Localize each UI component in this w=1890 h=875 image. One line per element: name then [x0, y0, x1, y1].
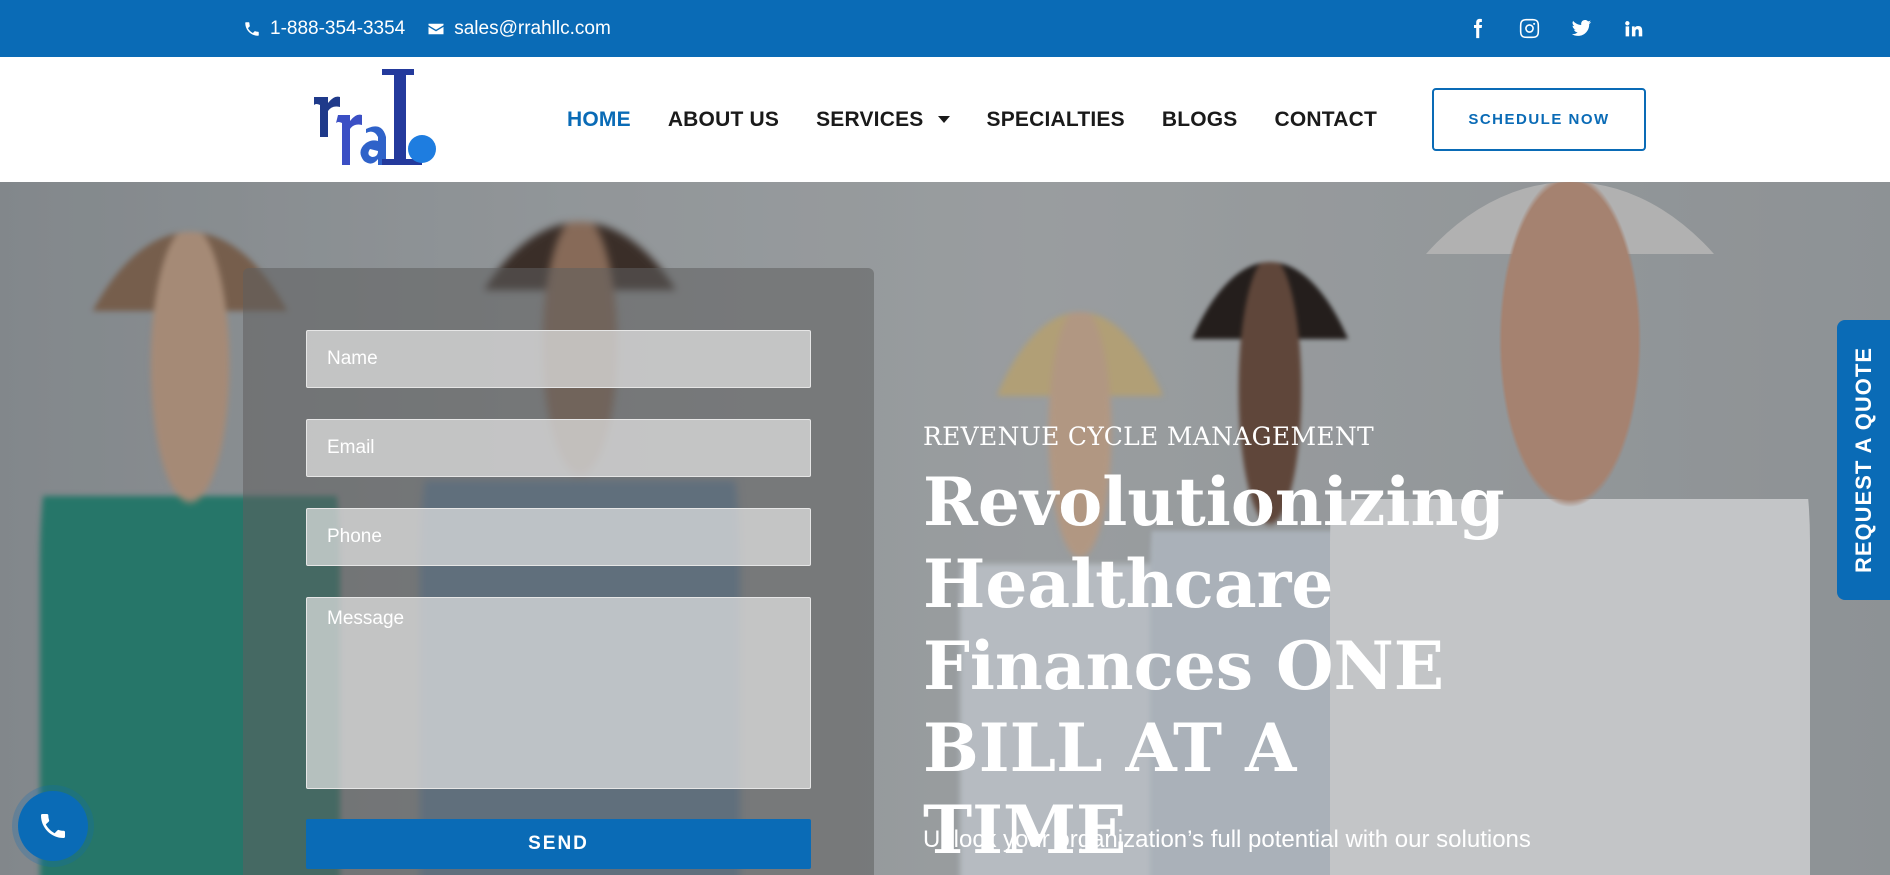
name-field[interactable]: Name [306, 330, 811, 388]
hero-kicker: REVENUE CYCLE MANAGEMENT [923, 422, 1375, 451]
send-button[interactable]: SEND [306, 819, 811, 869]
logo-graphic [314, 69, 436, 165]
hero-title: Revolutionizing Healthcare Finances ONE … [923, 463, 1505, 869]
call-button[interactable] [18, 791, 88, 861]
nav-about-us[interactable]: ABOUT US [668, 108, 779, 132]
phone-link[interactable]: 1-888-354-3354 [243, 18, 405, 40]
twitter-icon[interactable] [1570, 18, 1592, 40]
hero-subtitle: Unlock your organization’s full potentia… [923, 826, 1531, 853]
site-header: HOME ABOUT US SERVICES SPECIALTIES BLOGS… [0, 57, 1890, 182]
hero-text: REVENUE CYCLE MANAGEMENT Revolutionizing… [923, 422, 1505, 871]
company-logo[interactable] [310, 67, 438, 169]
nav-services-label: SERVICES [816, 107, 924, 131]
nav-contact[interactable]: CONTACT [1275, 108, 1378, 132]
top-bar: 1-888-354-3354 sales@rrahllc.com [0, 0, 1890, 57]
email-address: sales@rrahllc.com [454, 17, 611, 39]
nav-specialties[interactable]: SPECIALTIES [987, 108, 1125, 132]
email-field[interactable]: Email [306, 419, 811, 477]
request-quote-label: REQUEST A QUOTE [1850, 346, 1876, 574]
phone-number: 1-888-354-3354 [270, 17, 406, 39]
social-links [1466, 0, 1644, 57]
linkedin-icon[interactable] [1622, 18, 1644, 40]
facebook-icon[interactable] [1466, 18, 1488, 40]
contact-form: Name Email Phone Message SEND [243, 268, 874, 875]
contact-info: 1-888-354-3354 sales@rrahllc.com [243, 0, 611, 57]
envelope-icon [428, 23, 444, 34]
message-field[interactable]: Message [306, 597, 811, 789]
nav-services[interactable]: SERVICES [816, 107, 950, 132]
caret-down-icon [937, 116, 950, 123]
nav-blogs[interactable]: BLOGS [1162, 108, 1238, 132]
request-quote-tab[interactable]: REQUEST A QUOTE [1837, 320, 1890, 600]
phone-icon [41, 814, 65, 838]
hero-section: Name Email Phone Message SEND REVENUE CY… [0, 182, 1890, 875]
phone-field[interactable]: Phone [306, 508, 811, 566]
schedule-now-button[interactable]: SCHEDULE NOW [1432, 88, 1646, 151]
instagram-icon[interactable] [1518, 18, 1540, 40]
phone-icon [245, 21, 259, 36]
nav-home[interactable]: HOME [567, 108, 631, 132]
main-nav: HOME ABOUT US SERVICES SPECIALTIES BLOGS… [567, 57, 1377, 182]
email-link[interactable]: sales@rrahllc.com [427, 18, 611, 40]
